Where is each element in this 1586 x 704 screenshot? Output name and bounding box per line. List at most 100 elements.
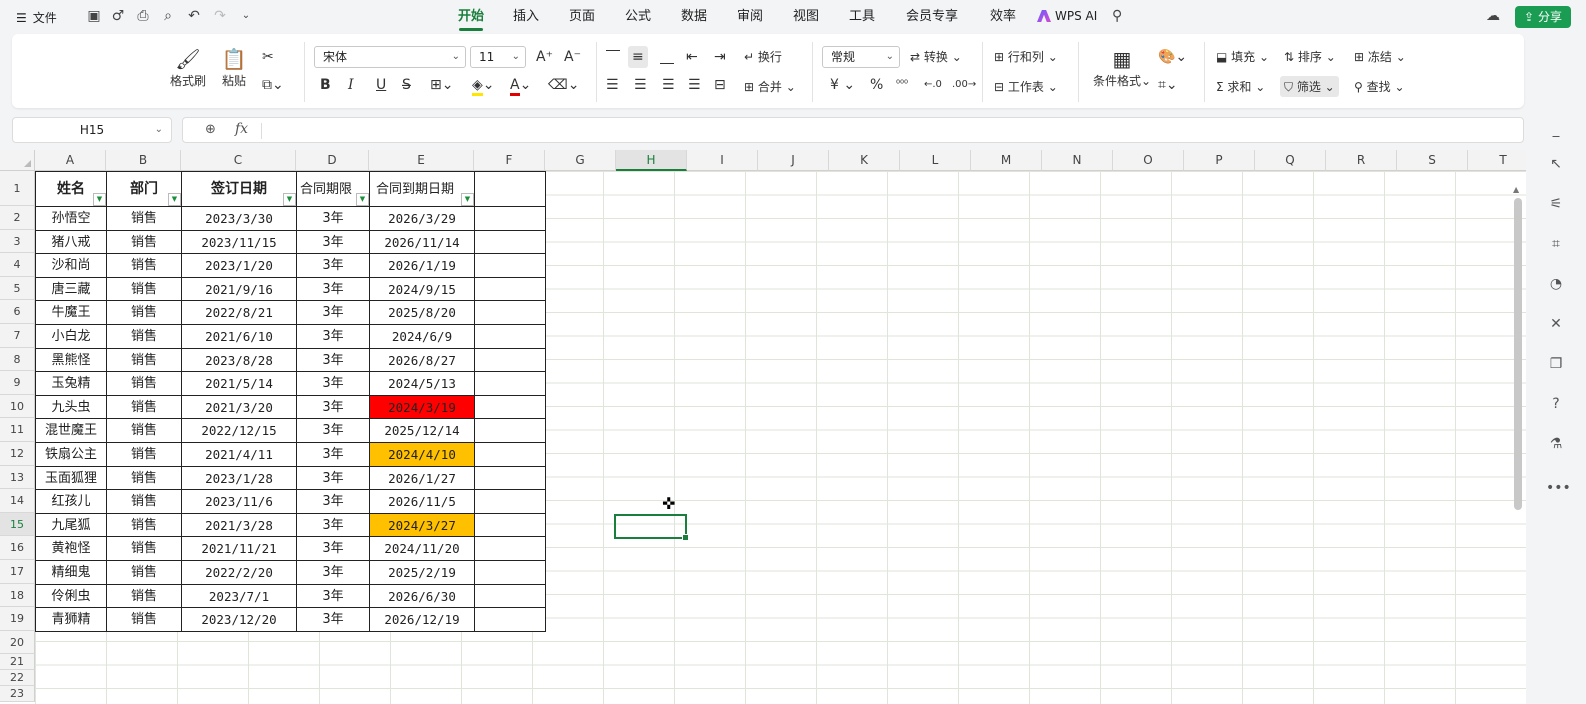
justify-icon[interactable]: ☰ xyxy=(688,76,701,94)
row-header-15[interactable]: 15 xyxy=(0,512,35,537)
chevron-down-icon[interactable]: ⌄ xyxy=(238,8,254,24)
table-cell[interactable] xyxy=(475,419,546,443)
convert-button[interactable]: ⇄ 转换 ⌄ xyxy=(910,48,962,65)
table-cell[interactable]: 3年 xyxy=(297,513,370,538)
align-left-icon[interactable]: ☰ xyxy=(606,76,619,94)
column-header-J[interactable]: J xyxy=(758,150,829,171)
table-cell[interactable]: 2026/1/27 xyxy=(370,466,475,491)
paste-button[interactable]: 📋 粘贴 xyxy=(214,46,254,89)
column-header-H[interactable]: H xyxy=(616,150,687,171)
strikethrough-icon[interactable]: S̶ xyxy=(402,76,411,94)
column-header-L[interactable]: L xyxy=(900,150,971,171)
name-box[interactable]: H15 ⌄ xyxy=(12,117,172,143)
column-header-C[interactable]: C xyxy=(181,150,296,171)
table-cell[interactable]: 销售 xyxy=(107,207,182,231)
align-center-icon[interactable]: ☰ xyxy=(634,76,647,94)
formula-input[interactable]: ⊕ fx xyxy=(182,117,1524,143)
select-all-corner[interactable] xyxy=(0,150,35,171)
table-cell[interactable] xyxy=(475,490,546,514)
table-cell[interactable]: 猪八戒 xyxy=(36,230,107,255)
table-style-icon[interactable]: ⌗⌄ xyxy=(1158,76,1178,94)
table-cell[interactable]: 2026/12/19 xyxy=(370,608,475,632)
table-cell[interactable]: 青狮精 xyxy=(36,608,107,632)
table-cell[interactable]: 沙和尚 xyxy=(36,254,107,278)
save-icon[interactable]: ▣ xyxy=(86,8,102,24)
row-header-2[interactable]: 2 xyxy=(0,206,35,230)
align-top-icon[interactable]: ⎺ xyxy=(606,48,620,66)
thousands-icon[interactable]: ⁰⁰⁰ xyxy=(896,76,908,94)
table-cell[interactable]: 2021/3/28 xyxy=(182,513,297,538)
table-cell[interactable]: 3年 xyxy=(297,608,370,632)
table-cell[interactable]: 黑熊怪 xyxy=(36,348,107,373)
search-icon[interactable]: ⚲ xyxy=(1112,8,1122,24)
row-header-11[interactable]: 11 xyxy=(0,418,35,442)
column-header-P[interactable]: P xyxy=(1184,150,1255,171)
pointer-icon[interactable]: ↖ xyxy=(1546,154,1566,174)
table-cell[interactable]: 2024/6/9 xyxy=(370,325,475,349)
row-header-1[interactable]: 1 xyxy=(0,171,35,206)
table-cell[interactable]: 销售 xyxy=(107,254,182,278)
tab-4[interactable]: 数据 xyxy=(666,0,722,34)
sum-button[interactable]: Σ 求和 ⌄ xyxy=(1216,78,1265,95)
table-cell[interactable]: 2026/11/14 xyxy=(370,230,475,255)
table-cell[interactable]: 2026/11/5 xyxy=(370,490,475,514)
undo-icon[interactable]: ↶ xyxy=(186,8,202,24)
column-header-S[interactable]: S xyxy=(1397,150,1468,171)
row-header-18[interactable]: 18 xyxy=(0,583,35,608)
zoom-icon[interactable]: ⊕ xyxy=(205,122,216,137)
table-cell[interactable] xyxy=(475,301,546,325)
row-header-4[interactable]: 4 xyxy=(0,253,35,277)
percent-button[interactable]: % xyxy=(870,76,883,94)
column-header-B[interactable]: B xyxy=(106,150,181,171)
fill-color-icon[interactable]: ◈⌄ xyxy=(472,76,495,96)
table-cell[interactable] xyxy=(475,466,546,491)
row-header-21[interactable]: 21 xyxy=(0,654,35,671)
table-cell[interactable]: 3年 xyxy=(297,372,370,396)
decrease-decimal-icon[interactable]: .00→ xyxy=(952,76,976,94)
tab-1[interactable]: 插入 xyxy=(498,0,554,34)
selected-cell[interactable] xyxy=(614,514,689,541)
filter-dropdown-icon[interactable]: ▼ xyxy=(283,193,296,206)
table-cell[interactable]: 2024/3/27 xyxy=(370,513,475,538)
row-header-23[interactable]: 23 xyxy=(0,686,35,703)
table-cell[interactable]: 3年 xyxy=(297,395,370,420)
filter-dropdown-icon[interactable]: ▼ xyxy=(461,193,474,206)
conditional-format-button[interactable]: ▦ 条件格式⌄ xyxy=(1088,46,1156,89)
table-cell[interactable]: 销售 xyxy=(107,537,182,561)
table-cell[interactable]: 2023/11/6 xyxy=(182,490,297,514)
table-cell[interactable] xyxy=(475,372,546,396)
table-cell[interactable]: 2026/3/29 xyxy=(370,207,475,231)
row-header-14[interactable]: 14 xyxy=(0,489,35,513)
table-cell[interactable] xyxy=(475,254,546,278)
table-cell[interactable]: 3年 xyxy=(297,325,370,349)
column-header-T[interactable]: T xyxy=(1468,150,1526,171)
wrap-button[interactable]: ↵ 换行 xyxy=(744,48,782,65)
tools-icon[interactable]: ✕ xyxy=(1546,314,1566,334)
table-cell[interactable]: 销售 xyxy=(107,395,182,420)
underline-button[interactable]: U xyxy=(376,76,386,94)
indent-increase-icon[interactable]: ⇥ xyxy=(714,48,726,66)
table-cell[interactable]: 玉兔精 xyxy=(36,372,107,396)
align-middle-icon[interactable]: ≡ xyxy=(628,46,648,68)
merge-button[interactable]: ⊞ 合并 ⌄ xyxy=(744,78,796,95)
fx-icon[interactable]: fx xyxy=(235,121,248,137)
copy-icon[interactable]: ⧉⌄ xyxy=(262,76,284,94)
row-header-8[interactable]: 8 xyxy=(0,347,35,372)
table-cell[interactable]: 3年 xyxy=(297,207,370,231)
table-cell[interactable]: 销售 xyxy=(107,561,182,585)
table-cell[interactable]: 2022/8/21 xyxy=(182,301,297,325)
table-cell[interactable]: 销售 xyxy=(107,608,182,632)
table-cell[interactable]: 销售 xyxy=(107,348,182,373)
table-cell[interactable]: 销售 xyxy=(107,419,182,443)
table-cell[interactable]: 2024/9/15 xyxy=(370,277,475,302)
tab-6[interactable]: 视图 xyxy=(778,0,834,34)
table-cell[interactable]: 红孩儿 xyxy=(36,490,107,514)
table-cell[interactable]: 孙悟空 xyxy=(36,207,107,231)
column-header-O[interactable]: O xyxy=(1113,150,1184,171)
fill-button[interactable]: ⬓ 填充 ⌄ xyxy=(1216,48,1269,65)
table-cell[interactable]: 九头虫 xyxy=(36,395,107,420)
link-icon[interactable]: ♂ xyxy=(110,8,126,24)
number-format-select[interactable]: 常规 ⌄ xyxy=(822,46,900,68)
column-header-A[interactable]: A xyxy=(35,150,106,171)
table-cell[interactable]: 3年 xyxy=(297,466,370,491)
